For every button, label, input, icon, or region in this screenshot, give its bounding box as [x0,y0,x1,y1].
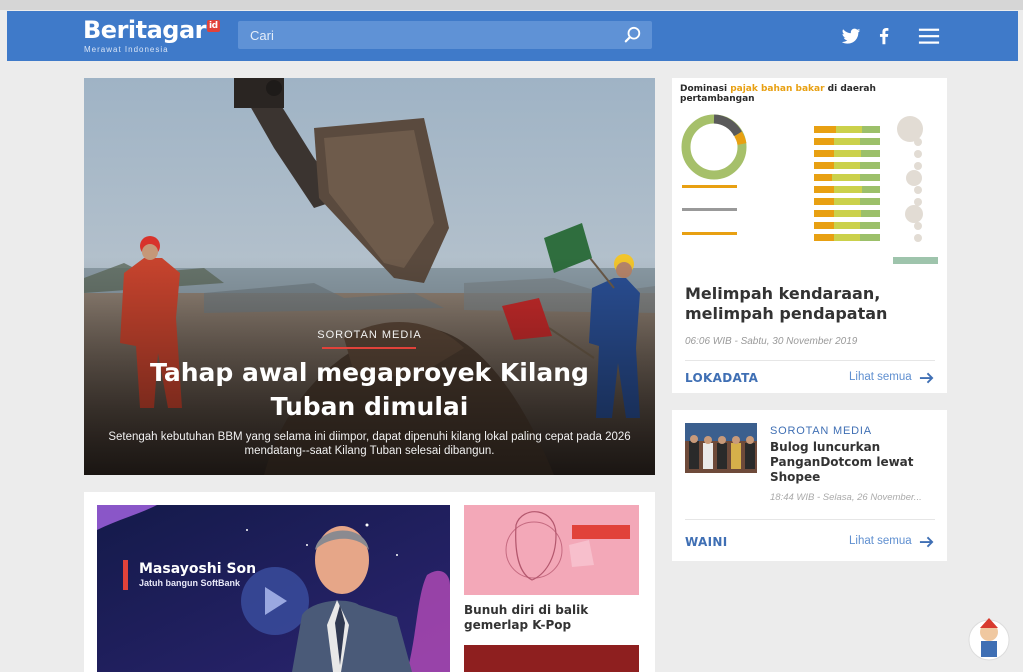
bulog-thumbnail[interactable] [685,423,757,473]
hero-kicker[interactable]: SOROTAN MEDIA [84,329,655,341]
bulog-kicker[interactable]: SOROTAN MEDIA [770,425,872,437]
infographic-graphic [681,114,938,264]
twitter-icon[interactable] [840,25,862,47]
navbar: Beritagar id Merawat Indonesia [7,11,1018,61]
divider [685,360,935,361]
bulog-photo [685,423,757,473]
menu-icon[interactable] [917,25,941,47]
search-box [238,21,652,49]
kpop-illustration [464,505,639,595]
feature-card: Masayoshi Son Jatuh bangun SoftBank Bunu… [84,492,655,672]
hero-article[interactable]: SOROTAN MEDIA Tahap awal megaproyek Kila… [84,78,655,475]
lokadata-time: 06:06 WIB - Sabtu, 30 November 2019 [685,336,858,347]
sorotan-card: SOROTAN MEDIA Bulog luncurkan PanganDotc… [672,410,947,561]
site-tagline: Merawat Indonesia [84,45,169,54]
facebook-icon[interactable] [873,25,895,47]
video-label-bar [123,560,128,590]
waini-brand[interactable]: WAINI [685,535,727,549]
top-bar: Beritagar id Merawat Indonesia [0,0,1023,62]
hero-title[interactable]: Tahap awal megaproyek Kilang Tuban dimul… [124,356,615,424]
bar-rows [814,126,880,241]
kpop-headline[interactable]: Bunuh diri di balik gemerlap K-Pop [464,603,644,633]
top-accent [0,0,1023,10]
waini-more-link[interactable]: Lihat semua [849,535,912,547]
kpop-thumbnail[interactable] [464,505,639,595]
hero-summary: Setengah kebutuhan BBM yang selama ini d… [108,431,631,457]
arrow-right-icon[interactable] [919,536,934,548]
video-subtitle: Jatuh bangun SoftBank [139,578,240,588]
lokadata-more-link[interactable]: Lihat semua [849,371,912,383]
video-thumbnail[interactable]: Masayoshi Son Jatuh bangun SoftBank [97,505,450,672]
bulog-headline[interactable]: Bulog luncurkan PanganDotcom lewat Shope… [770,440,935,485]
logo-badge: id [207,20,220,32]
video-illustration [97,505,450,672]
lokadata-card: Dominasi pajak bahan bakar di daerah per… [672,78,947,393]
search-input[interactable] [238,21,632,49]
mascot-icon[interactable] [968,612,1010,662]
kicker-underline [322,347,416,349]
lokadata-brand[interactable]: LOKADATA [685,371,758,385]
bulog-time: 18:44 WIB - Selasa, 26 November... [770,492,922,503]
divider [685,519,935,520]
site-logo[interactable]: Beritagar id [83,16,220,44]
arrow-right-icon[interactable] [919,372,934,384]
logo-text: Beritagar [83,16,207,44]
video-title: Masayoshi Son [139,561,257,577]
next-thumbnail[interactable] [464,645,639,672]
search-icon[interactable] [624,26,642,44]
lokadata-headline[interactable]: Melimpah kendaraan, melimpah pendapatan [685,284,935,324]
lokadata-infographic[interactable]: Dominasi pajak bahan bakar di daerah per… [678,82,942,272]
